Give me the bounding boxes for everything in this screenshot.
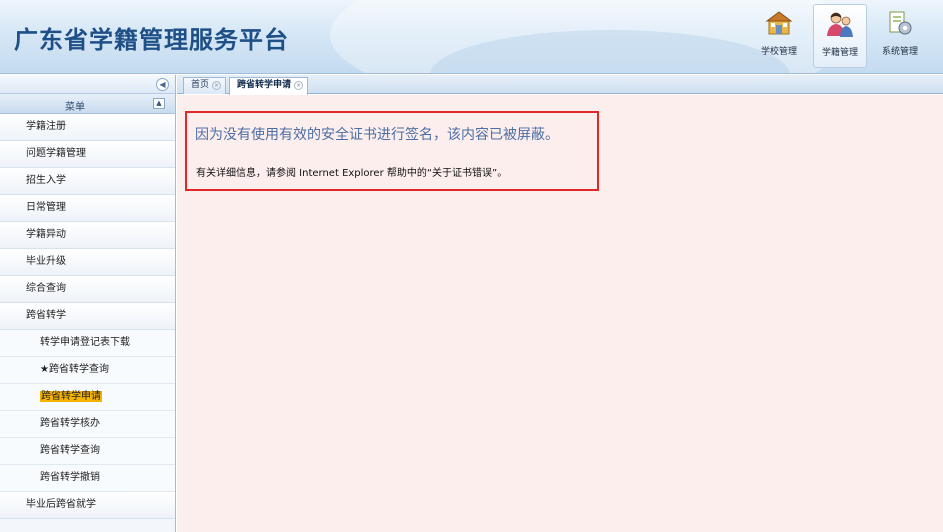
nav-label: 学校管理 [760, 47, 797, 57]
sidebar-item-registration[interactable]: 学籍注册 [0, 114, 175, 141]
nav-label: 系统管理 [881, 47, 918, 57]
student-management-icon [827, 12, 853, 37]
sidebar-subitem-transfer-application[interactable]: 跨省转学申请 [0, 384, 175, 411]
sidebar-item-enrollment[interactable]: 招生入学 [0, 168, 175, 195]
certificate-error-title: 因为没有使用有效的安全证书进行签名，该内容已被屏蔽。 [195, 127, 559, 143]
tab-bar: 首页 × 跨省转学申请 × [177, 75, 943, 95]
nav-system-management[interactable]: 系统管理 [873, 4, 927, 68]
sidebar-item-status-change[interactable]: 学籍异动 [0, 222, 175, 249]
certificate-error-box: 因为没有使用有效的安全证书进行签名，该内容已被屏蔽。 有关详细信息，请参阅 In… [185, 111, 599, 191]
menu-toggle-icon[interactable]: ▲ [153, 98, 165, 109]
school-management-icon [765, 11, 793, 35]
close-icon[interactable]: × [212, 81, 222, 90]
sidebar-subitem-form-download[interactable]: 转学申请登记表下载 [0, 330, 175, 357]
sidebar-subitem-transfer-processing[interactable]: 跨省转学核办 [0, 411, 175, 438]
collapse-sidebar-icon[interactable]: ◀ [156, 78, 169, 91]
sidebar-subitem-transfer-cancel[interactable]: 跨省转学撤销 [0, 465, 175, 492]
sidebar-item-daily-management[interactable]: 日常管理 [0, 195, 175, 222]
selected-label: 跨省转学申请 [40, 391, 102, 402]
sidebar-item-query[interactable]: 综合查询 [0, 276, 175, 303]
content-panel: 因为没有使用有效的安全证书进行签名，该内容已被屏蔽。 有关详细信息，请参阅 In… [177, 95, 943, 532]
close-icon[interactable]: × [294, 81, 304, 90]
certificate-error-detail: 有关详细信息，请参阅 Internet Explorer 帮助中的“关于证书错误… [196, 168, 508, 179]
menu-header: 菜单 ▲ [0, 94, 175, 114]
tab-transfer-application[interactable]: 跨省转学申请 × [229, 77, 309, 95]
tab-home[interactable]: 首页 × [183, 77, 227, 94]
header-banner: 广东省学籍管理服务平台 学校管理 学籍管理 系统管理 [0, 0, 943, 74]
menu-title: 菜单 [65, 102, 85, 113]
system-management-icon [889, 11, 912, 35]
sidebar-subitem-transfer-query[interactable]: 跨省转学查询 [0, 438, 175, 465]
tab-label: 跨省转学申请 [237, 80, 292, 90]
sidebar-toolbar: ◀ [0, 75, 175, 94]
nav-school-management[interactable]: 学校管理 [752, 4, 806, 68]
sidebar-item-post-graduation[interactable]: 毕业后跨省就学 [0, 492, 175, 519]
app-title: 广东省学籍管理服务平台 [14, 25, 289, 54]
tab-label: 首页 [191, 80, 210, 90]
sidebar-subitem-transfer-query-starred[interactable]: ★跨省转学查询 [0, 357, 175, 384]
sidebar-item-problem-records[interactable]: 问题学籍管理 [0, 141, 175, 168]
nav-label: 学籍管理 [821, 48, 858, 58]
app-window: 广东省学籍管理服务平台 学校管理 学籍管理 系统管理 ◀ 菜单 ▲ 学籍注册 问… [0, 0, 943, 532]
sidebar-item-graduation[interactable]: 毕业升级 [0, 249, 175, 276]
sidebar: ◀ 菜单 ▲ 学籍注册 问题学籍管理 招生入学 日常管理 学籍异动 毕业升级 综… [0, 75, 176, 532]
nav-student-management[interactable]: 学籍管理 [813, 4, 867, 68]
sidebar-item-cross-province-transfer[interactable]: 跨省转学 [0, 303, 175, 330]
